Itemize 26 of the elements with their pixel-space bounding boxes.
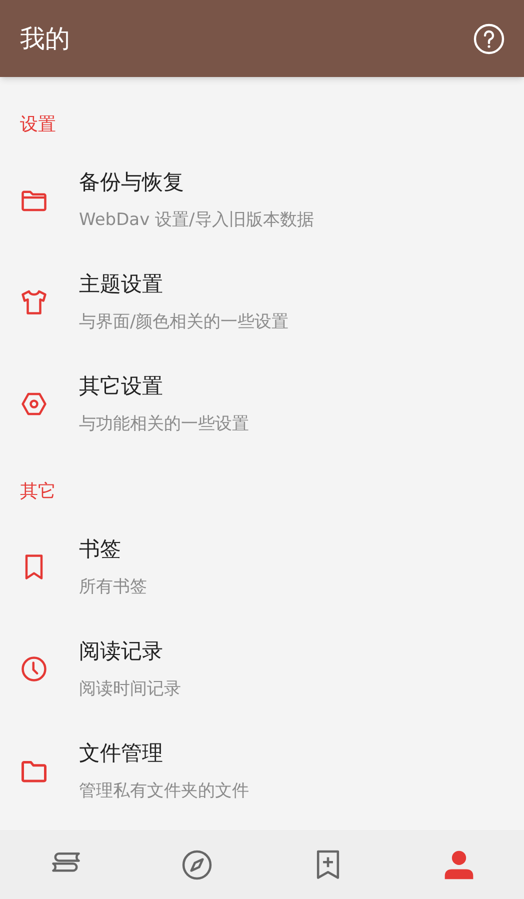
item-title: 其它设置 — [79, 373, 164, 400]
settings-item[interactable]: 书签 所有书签 — [0, 516, 524, 618]
settings-item[interactable]: 阅读记录 阅读时间记录 — [0, 618, 524, 720]
settings-item[interactable]: 其它设置 与功能相关的一些设置 — [0, 353, 524, 455]
item-subtitle: 与界面/颜色相关的一些设置 — [79, 311, 289, 334]
item-title: 主题设置 — [79, 271, 164, 298]
item-subtitle: 所有书签 — [79, 576, 147, 599]
item-subtitle: WebDav 设置/导入旧版本数据 — [79, 209, 314, 232]
settings-item[interactable]: 备份与恢复 WebDav 设置/导入旧版本数据 — [0, 149, 524, 251]
clock-icon — [18, 654, 48, 684]
item-title: 阅读记录 — [79, 638, 164, 665]
settings-item[interactable]: 主题设置 与界面/颜色相关的一些设置 — [0, 251, 524, 353]
help-button[interactable] — [472, 22, 506, 56]
settings-item[interactable]: 文件管理 管理私有文件夹的文件 — [0, 720, 524, 822]
item-subtitle: 阅读时间记录 — [79, 678, 181, 701]
compass-icon — [180, 848, 214, 882]
section-header: 其它 — [20, 480, 56, 504]
item-subtitle: 管理私有文件夹的文件 — [79, 780, 249, 803]
page-title: 我的 — [20, 22, 70, 55]
section-header: 设置 — [20, 112, 56, 136]
item-title: 文件管理 — [79, 740, 164, 767]
item-title: 备份与恢复 — [79, 169, 185, 196]
item-subtitle: 与功能相关的一些设置 — [79, 413, 249, 436]
help-icon — [473, 22, 505, 54]
shirt-icon — [18, 287, 48, 317]
item-title: 书签 — [79, 536, 122, 563]
